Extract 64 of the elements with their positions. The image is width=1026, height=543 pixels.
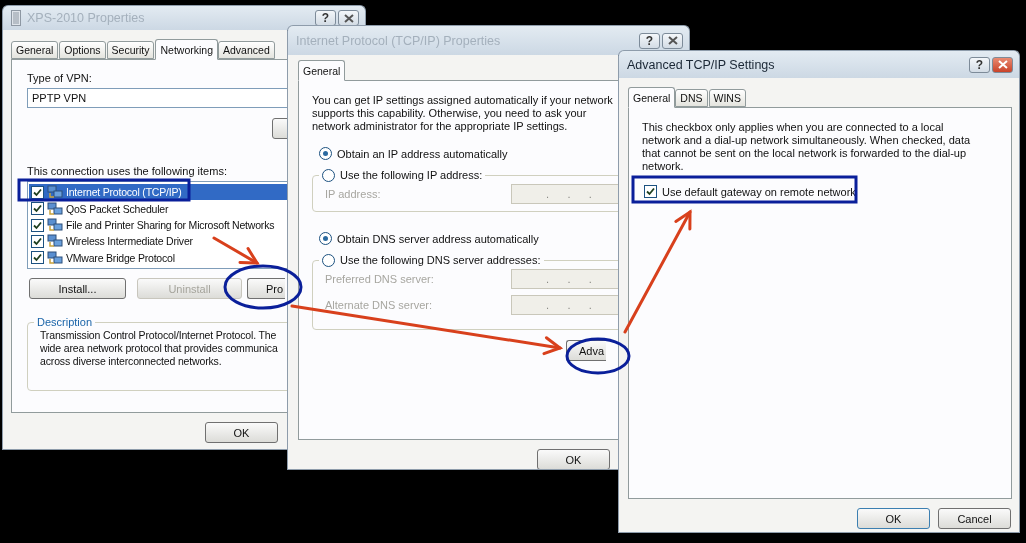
close-icon bbox=[667, 36, 678, 45]
info-text: This checkbox only applies when you are connected to a local network and a dial-up network simultaneously. When checked, data that cannot be sent on the local network is forwarded to the dial-up network. bbox=[642, 121, 972, 173]
radio-label: Use the following IP address: bbox=[340, 169, 483, 182]
close-button[interactable] bbox=[662, 32, 683, 49]
help-button[interactable]: ? bbox=[969, 56, 990, 73]
checkbox[interactable] bbox=[644, 185, 657, 198]
radio-button[interactable] bbox=[322, 254, 335, 267]
properties-button[interactable]: Pro bbox=[247, 278, 285, 299]
tab[interactable]: Options bbox=[59, 41, 106, 59]
tab[interactable]: WINS bbox=[708, 89, 746, 107]
network-icon bbox=[47, 185, 63, 200]
network-icon bbox=[47, 250, 63, 265]
tab[interactable]: Advanced bbox=[218, 41, 275, 59]
ok-button[interactable]: OK bbox=[537, 449, 610, 469]
checkbox[interactable] bbox=[31, 234, 44, 248]
radio-button[interactable] bbox=[319, 147, 332, 160]
network-icon bbox=[47, 234, 63, 249]
cancel-button[interactable]: Cancel bbox=[938, 508, 1011, 529]
field-label: IP address: bbox=[325, 188, 381, 200]
checkbox[interactable] bbox=[31, 185, 44, 199]
tab[interactable]: General bbox=[628, 87, 676, 108]
checkbox[interactable] bbox=[31, 218, 44, 232]
close-icon bbox=[997, 60, 1008, 69]
window-title: Advanced TCP/IP Settings bbox=[627, 57, 775, 72]
radio-label: Obtain DNS server address automatically bbox=[337, 232, 539, 245]
tab[interactable]: General bbox=[11, 41, 59, 59]
help-button[interactable]: ? bbox=[315, 10, 336, 26]
ok-button[interactable]: OK bbox=[205, 422, 278, 443]
tab[interactable]: Networking bbox=[155, 39, 218, 60]
list-item[interactable]: Wireless Intermediate Driver bbox=[29, 233, 287, 250]
tab[interactable]: Security bbox=[106, 41, 155, 59]
checkbox[interactable] bbox=[31, 251, 44, 265]
radio-button[interactable] bbox=[322, 169, 335, 182]
ok-button[interactable]: OK bbox=[857, 508, 930, 529]
list-item[interactable]: VMware Bridge Protocol bbox=[29, 249, 287, 267]
window-title: XPS-2010 Properties bbox=[27, 11, 145, 25]
highlight-ellipse bbox=[565, 337, 631, 375]
help-button[interactable]: ? bbox=[639, 32, 660, 49]
network-icon bbox=[47, 201, 63, 216]
tab[interactable]: DNS bbox=[675, 89, 708, 107]
field-label: Type of VPN: bbox=[27, 72, 93, 84]
intro-text: You can get IP settings assigned automatically if your network supports this capability. Otherwise, you need to ask your network administrator for the appropriate IP settings. bbox=[312, 94, 614, 133]
network-icon bbox=[47, 218, 63, 232]
close-button[interactable] bbox=[992, 56, 1013, 73]
list-item[interactable]: File and Printer Sharing for Microsoft Networks bbox=[29, 216, 287, 234]
input-field[interactable]: PPTP VPN bbox=[27, 88, 287, 108]
list-item[interactable]: QoS Packet Scheduler bbox=[29, 200, 287, 217]
field-label: Alternate DNS server: bbox=[325, 299, 432, 311]
radio-button[interactable] bbox=[319, 232, 332, 245]
list-item[interactable]: Internet Protocol (TCP/IP) bbox=[29, 184, 287, 201]
checkbox-label: Use default gateway on remote network bbox=[662, 185, 856, 198]
window-icon bbox=[11, 10, 21, 26]
checkbox[interactable] bbox=[31, 202, 44, 216]
close-icon bbox=[343, 13, 354, 23]
radio-label: Use the following DNS server addresses: bbox=[340, 254, 541, 267]
field-label: Preferred DNS server: bbox=[325, 273, 434, 285]
group-title: Description bbox=[37, 316, 93, 329]
radio-label: Obtain an IP address automatically bbox=[337, 147, 508, 160]
list-label: This connection uses the following items: bbox=[27, 165, 228, 177]
button[interactable]: Install... bbox=[29, 278, 126, 299]
close-button[interactable] bbox=[338, 10, 359, 26]
description-text: Transmission Control Protocol/Internet Protocol. The wide area network protocol that provides communica across diverse interconnected networks. bbox=[40, 329, 279, 368]
tab[interactable]: General bbox=[298, 60, 346, 81]
arrow bbox=[212, 236, 260, 265]
